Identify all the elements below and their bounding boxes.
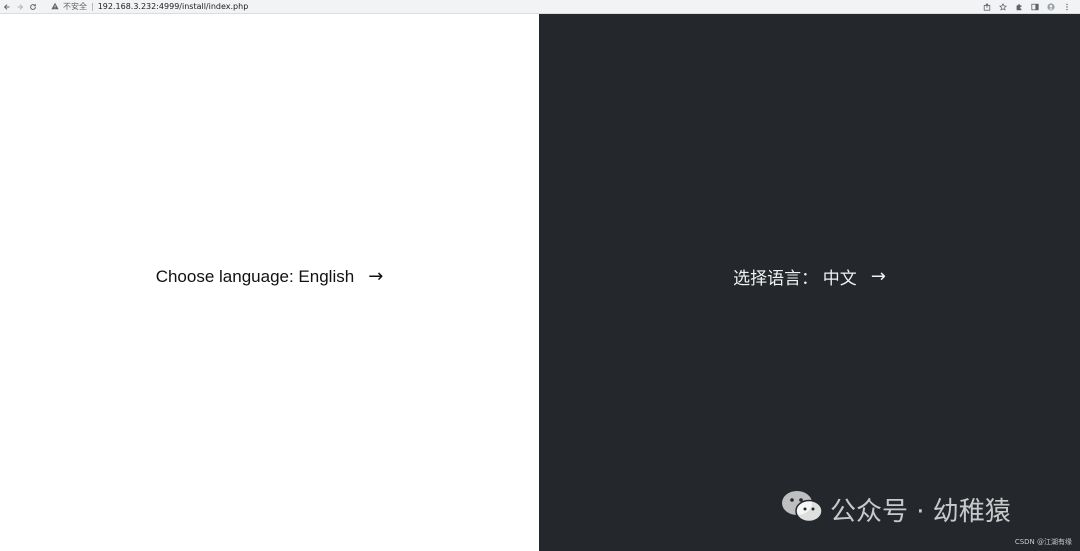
back-icon[interactable]	[0, 0, 13, 13]
share-icon[interactable]	[982, 2, 992, 12]
arrow-right-icon[interactable]: →	[368, 266, 383, 287]
csdn-watermark: CSDN @江湖有缘	[1014, 538, 1072, 546]
address-bar[interactable]: 不安全 | 192.168.3.232:4999/install/index.p…	[45, 1, 982, 13]
profile-avatar-icon[interactable]	[1046, 2, 1056, 12]
wechat-icon	[780, 488, 824, 531]
browser-toolbar: 不安全 | 192.168.3.232:4999/install/index.p…	[0, 0, 1080, 14]
choose-english-link[interactable]: Choose language: English →	[156, 266, 384, 287]
chinese-label[interactable]: 选择语言： 中文	[733, 264, 857, 289]
toolbar-actions	[982, 2, 1072, 12]
reload-icon[interactable]	[26, 0, 39, 13]
english-panel[interactable]: Choose language: English →	[0, 14, 539, 551]
warning-icon[interactable]	[51, 2, 59, 12]
english-label[interactable]: Choose language: English	[156, 267, 354, 287]
address-separator: |	[91, 2, 94, 11]
forward-icon[interactable]	[13, 0, 26, 13]
arrow-right-icon[interactable]: →	[871, 266, 886, 287]
extensions-icon[interactable]	[1014, 2, 1024, 12]
more-menu-icon[interactable]	[1062, 2, 1072, 12]
watermark-text: 公众号 · 幼稚猿	[830, 497, 1011, 527]
bookmark-star-icon[interactable]	[998, 2, 1008, 12]
side-panel-icon[interactable]	[1030, 2, 1040, 12]
choose-chinese-link[interactable]: 选择语言： 中文 →	[733, 264, 886, 289]
chinese-panel[interactable]: 选择语言： 中文 →	[539, 14, 1080, 551]
watermark: 公众号 · 幼稚猿	[780, 488, 1011, 531]
security-label[interactable]: 不安全	[63, 1, 87, 12]
url-text[interactable]: 192.168.3.232:4999/install/index.php	[98, 2, 249, 11]
